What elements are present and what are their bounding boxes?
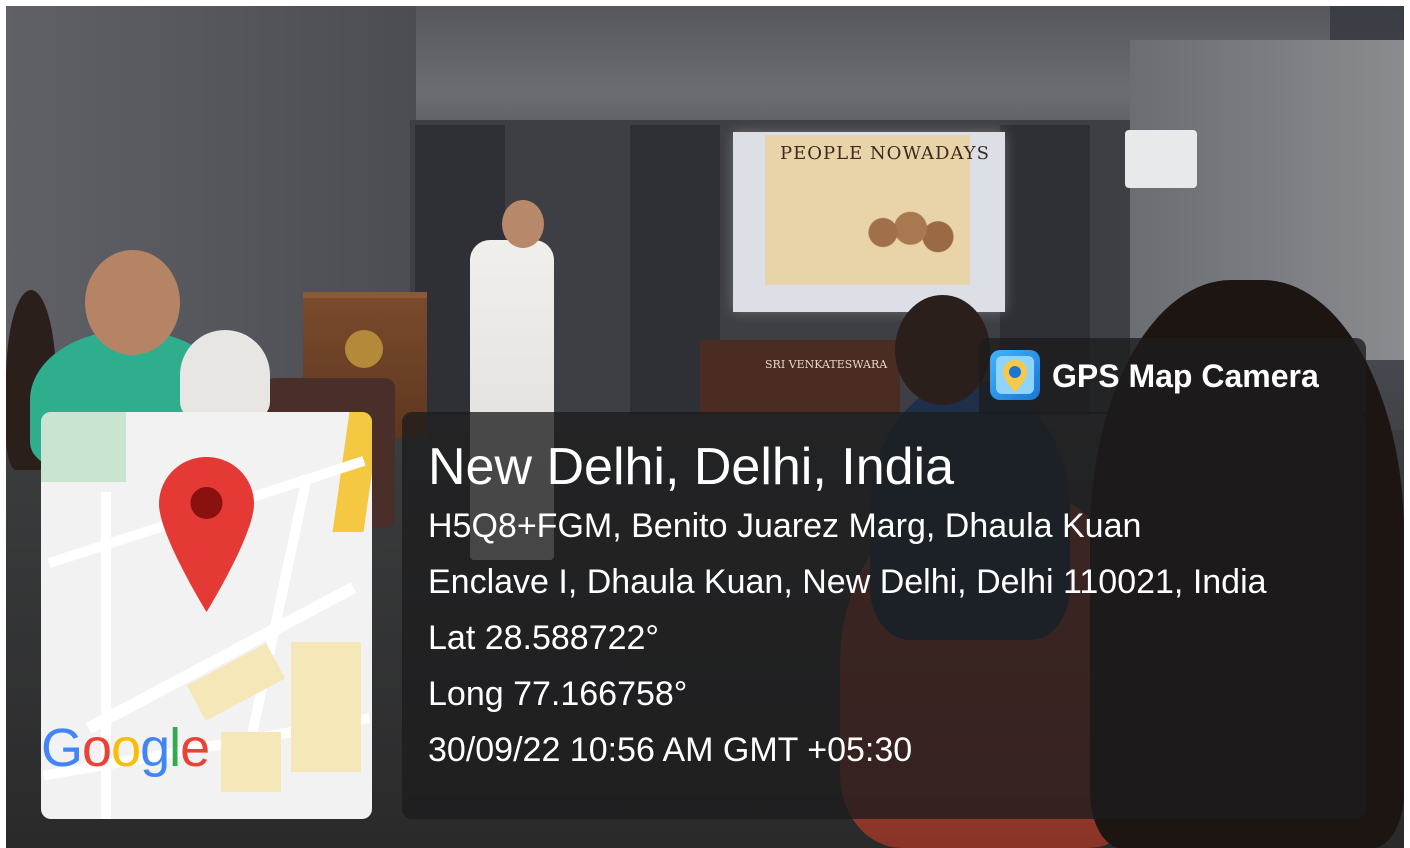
location-title: New Delhi, Delhi, India (428, 438, 955, 496)
air-conditioner (1125, 130, 1197, 188)
google-logo-letter: o (82, 718, 112, 778)
border (0, 0, 1410, 6)
mini-map: Google (41, 412, 372, 819)
gps-map-camera-icon (990, 350, 1040, 400)
map-building (291, 642, 361, 772)
slide-illustration (850, 190, 960, 275)
map-park (41, 412, 126, 482)
google-logo-letter: g (140, 718, 170, 778)
address-line-2: Enclave I, Dhaula Kuan, New Delhi, Delhi… (428, 563, 1267, 601)
front-desk (700, 340, 900, 415)
app-name: GPS Map Camera (1052, 358, 1319, 394)
timestamp: 30/09/22 10:56 AM GMT +05:30 (428, 731, 913, 769)
audience-member-head (895, 295, 990, 405)
longitude: Long 77.166758° (428, 675, 688, 713)
latitude: Lat 28.588722° (428, 619, 660, 657)
address-line-1: H5Q8+FGM, Benito Juarez Marg, Dhaula Kua… (428, 507, 1142, 545)
map-pin-icon (159, 457, 254, 612)
audience-member-head (85, 250, 180, 355)
podium-emblem (345, 330, 383, 368)
speaker-head (502, 200, 544, 248)
audience-member (180, 330, 270, 420)
google-logo-letter: G (41, 718, 83, 778)
google-logo-letter: o (111, 718, 141, 778)
border (1404, 0, 1410, 848)
border (0, 0, 6, 848)
slide-title: PEOPLE NOWADAYS (780, 143, 990, 164)
photo: PEOPLE NOWADAYS SRI VENKATESWARA Google (0, 0, 1410, 848)
desk-sign: SRI VENKATESWARA (765, 358, 888, 371)
google-logo-letter: l (169, 718, 181, 778)
map-building (221, 732, 281, 792)
google-logo-letter: e (180, 718, 210, 778)
google-logo: Google (41, 717, 210, 779)
